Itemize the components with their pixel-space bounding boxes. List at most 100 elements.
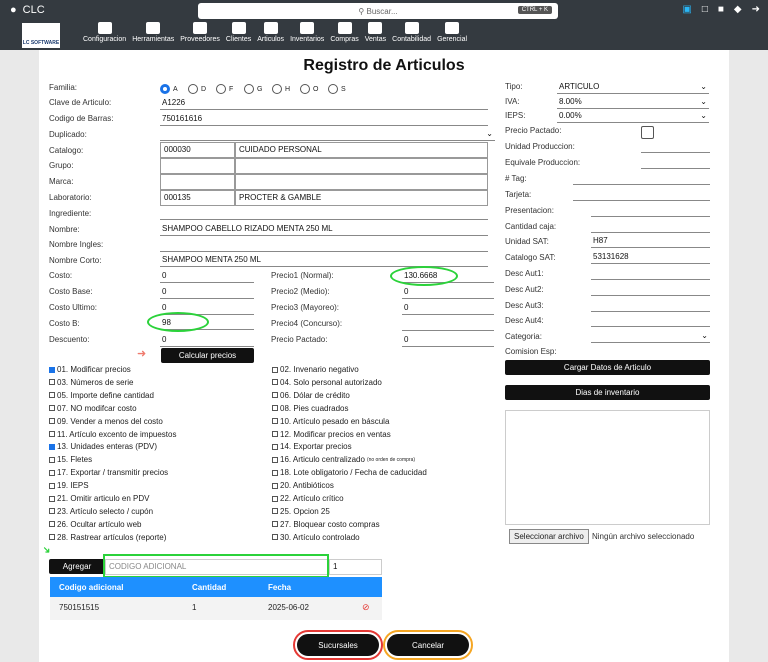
checkbox[interactable]	[49, 495, 55, 502]
tag-field[interactable]	[573, 172, 710, 185]
familia-radio-G[interactable]	[244, 84, 254, 94]
option-checkbox-right-2[interactable]: 06. Dólar de crédito	[272, 391, 350, 400]
catalogo-code[interactable]: 000030	[160, 142, 235, 158]
option-checkbox-right-9[interactable]: 20. Antibióticos	[272, 481, 334, 490]
checkbox[interactable]	[49, 431, 55, 437]
iva-select[interactable]: 8.00% ⌄	[557, 96, 709, 109]
checkbox[interactable]	[49, 392, 55, 399]
desc4-field[interactable]	[591, 314, 710, 327]
checkbox[interactable]	[49, 482, 55, 489]
tarjeta-field[interactable]	[573, 188, 710, 201]
duplicado-select[interactable]: ⌄	[160, 128, 495, 141]
menu-item-0[interactable]: Configuracion	[80, 22, 129, 43]
option-checkbox-left-2[interactable]: 05. Importe define cantidad	[49, 391, 154, 400]
precio-pactado-field[interactable]: 0	[402, 334, 494, 347]
menu-item-6[interactable]: Compras	[327, 22, 361, 43]
marca-code[interactable]	[160, 174, 235, 190]
calcular-precios-button[interactable]: Calcular precios	[161, 348, 254, 363]
checkbox[interactable]	[272, 495, 278, 502]
delete-icon[interactable]: ⊘	[362, 602, 370, 613]
checkbox[interactable]	[49, 534, 55, 541]
desc3-field[interactable]	[591, 299, 710, 312]
checkbox[interactable]	[49, 469, 55, 476]
precio4-field[interactable]	[402, 318, 494, 331]
cantidad-caja-field[interactable]	[591, 220, 710, 233]
checkbox[interactable]	[272, 431, 278, 437]
dias-inventario-button[interactable]: Dias de inventario	[505, 385, 710, 400]
app-brand[interactable]: ● CLC	[10, 4, 45, 16]
menu-item-4[interactable]: Articulos	[254, 22, 287, 43]
unidad-sat-field[interactable]: H87	[591, 235, 710, 248]
familia-radio-D[interactable]	[188, 84, 198, 94]
menu-item-9[interactable]: Gerencial	[434, 22, 470, 43]
costo-field[interactable]: 0	[160, 270, 254, 283]
option-checkbox-left-12[interactable]: 26. Ocultar artículo web	[49, 520, 141, 529]
catalogo-sat-field[interactable]: 53131628	[591, 251, 710, 264]
menu-item-3[interactable]: Clientes	[223, 22, 254, 43]
menu-item-8[interactable]: Contabilidad	[389, 22, 434, 43]
tag-icon[interactable]: ◆	[734, 4, 742, 15]
checkbox[interactable]	[49, 508, 55, 515]
database-icon[interactable]: ▣	[682, 4, 691, 15]
categoria-field[interactable]: ⌄	[591, 330, 710, 343]
desc1-field[interactable]	[591, 267, 710, 280]
checkbox[interactable]	[272, 508, 278, 515]
file-select-button[interactable]: Seleccionar archivo	[509, 529, 589, 544]
checkbox[interactable]	[49, 521, 55, 528]
option-checkbox-right-5[interactable]: 12. Modificar precios en ventas	[272, 430, 391, 439]
option-checkbox-left-13[interactable]: 28. Rastrear artículos (reporte)	[49, 533, 166, 542]
option-checkbox-left-1[interactable]: 03. Números de serie	[49, 378, 133, 387]
checkbox[interactable]	[49, 456, 55, 463]
checkbox[interactable]	[272, 379, 278, 386]
familia-radio-H[interactable]	[272, 84, 282, 94]
checkbox[interactable]	[272, 521, 278, 528]
checkbox[interactable]	[272, 482, 278, 489]
costo-base-field[interactable]: 0	[160, 286, 254, 299]
option-checkbox-left-4[interactable]: 09. Vender a menos del costo	[49, 417, 163, 426]
checkbox[interactable]	[272, 469, 278, 476]
barras-field[interactable]: 750161616	[160, 113, 488, 126]
precio3-field[interactable]: 0	[402, 302, 494, 315]
precio2-field[interactable]: 0	[402, 286, 494, 299]
option-checkbox-right-8[interactable]: 18. Lote obligatorio / Fecha de caducida…	[272, 468, 427, 477]
menu-item-2[interactable]: Proveedores	[177, 22, 223, 43]
checkbox[interactable]	[272, 443, 278, 450]
clave-field[interactable]: A1226	[160, 97, 488, 110]
option-checkbox-right-3[interactable]: 08. Pies cuadrados	[272, 404, 349, 413]
presentacion-field[interactable]	[591, 204, 710, 217]
store-icon[interactable]: ■	[718, 4, 724, 15]
desc2-field[interactable]	[591, 283, 710, 296]
option-checkbox-left-5[interactable]: 11. Artículo excento de impuestos	[49, 430, 176, 439]
logout-icon[interactable]: ➜	[752, 4, 760, 15]
option-checkbox-left-10[interactable]: 21. Omitir articulo en PDV	[49, 494, 149, 503]
option-checkbox-right-10[interactable]: 22. Artículo crítico	[272, 494, 344, 503]
option-checkbox-right-1[interactable]: 04. Solo personal autorizado	[272, 378, 382, 387]
ieps-select[interactable]: 0.00% ⌄	[557, 110, 709, 123]
option-checkbox-left-9[interactable]: 19. IEPS	[49, 481, 89, 490]
option-checkbox-left-6[interactable]: 13. Unidades enteras (PDV)	[49, 442, 157, 451]
checkbox[interactable]	[272, 418, 278, 425]
option-checkbox-left-7[interactable]: 15. Fletes	[49, 455, 92, 464]
search-input[interactable]: ⚲ Buscar... CTRL + K	[198, 3, 558, 19]
cargar-datos-button[interactable]: Cargar Datos de Articulo	[505, 360, 710, 375]
option-checkbox-right-12[interactable]: 27. Bloquear costo compras	[272, 520, 380, 529]
unidad-prod-field[interactable]	[641, 140, 710, 153]
familia-radio-A[interactable]	[160, 84, 170, 94]
checkbox[interactable]	[49, 418, 55, 425]
option-checkbox-left-3[interactable]: 07. NO modifcar costo	[49, 404, 137, 413]
checkbox[interactable]	[49, 443, 55, 450]
menu-item-5[interactable]: Inventarios	[287, 22, 327, 43]
precio-pactado-checkbox[interactable]	[641, 126, 654, 139]
option-checkbox-left-8[interactable]: 17. Exportar / transmitir precios	[49, 468, 168, 477]
document-icon[interactable]: □	[702, 4, 708, 15]
agregar-button[interactable]: Agregar	[49, 559, 105, 574]
checkbox[interactable]	[272, 405, 278, 412]
menu-item-1[interactable]: Herramientas	[129, 22, 177, 43]
option-checkbox-left-0[interactable]: 01. Modificar precios	[49, 365, 131, 374]
familia-radio-F[interactable]	[216, 84, 226, 94]
option-checkbox-right-7[interactable]: 16. Articulo centralizado (no orden de co…	[272, 455, 415, 464]
menu-item-7[interactable]: Ventas	[362, 22, 389, 43]
nombre-field[interactable]: SHAMPOO CABELLO RIZADO MENTA 250 ML	[160, 223, 488, 236]
option-checkbox-right-6[interactable]: 14. Exportar precios	[272, 442, 352, 451]
nombre-ingles-field[interactable]	[160, 239, 488, 252]
